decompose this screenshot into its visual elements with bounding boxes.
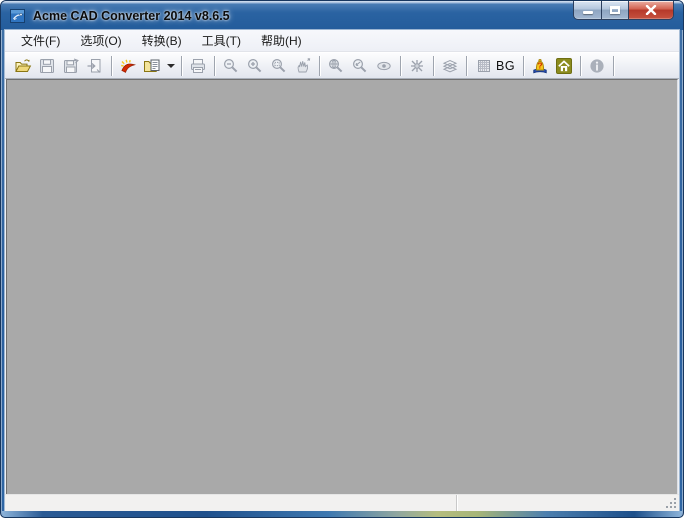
convert-icon — [119, 57, 137, 75]
zoom-in-icon — [246, 57, 264, 75]
zoom-out-button — [219, 55, 243, 77]
close-button[interactable] — [629, 1, 674, 20]
background-button[interactable]: BG — [471, 55, 519, 77]
zoom-previous-button — [348, 55, 372, 77]
zoom-previous-icon — [351, 57, 369, 75]
menu-item-options[interactable]: 选项(O) — [70, 30, 131, 51]
toolbar-separator — [523, 56, 524, 76]
toolbar-separator — [613, 56, 614, 76]
toolbar-separator — [433, 56, 434, 76]
window-content: 文件(F) 选项(O) 转换(B) 工具(T) 帮助(H) — [5, 30, 679, 511]
toolbar-separator — [214, 56, 215, 76]
background-button-label: BG — [496, 59, 515, 73]
app-icon — [9, 7, 27, 25]
app-window: Acme CAD Converter 2014 v8.6.5 文件(F) 选项(… — [0, 0, 684, 518]
export-button — [83, 55, 107, 77]
cleanup-button — [405, 55, 429, 77]
export-icon — [86, 57, 104, 75]
zoom-window-button — [267, 55, 291, 77]
window-controls — [573, 1, 674, 20]
zoom-in-button — [243, 55, 267, 77]
info-icon — [588, 57, 606, 75]
zoom-extents-icon — [327, 57, 345, 75]
brush-icon — [408, 57, 426, 75]
maximize-button[interactable] — [602, 1, 629, 20]
help-button[interactable]: ? — [528, 55, 552, 77]
menu-bar: 文件(F) 选项(O) 转换(B) 工具(T) 帮助(H) — [5, 30, 679, 52]
batch-convert-button[interactable] — [140, 55, 164, 77]
dropdown-arrow-icon — [167, 64, 175, 68]
eye-icon — [375, 57, 393, 75]
resize-grip[interactable] — [665, 497, 677, 509]
batch-convert-dropdown-button[interactable] — [164, 55, 177, 77]
open-folder-icon — [14, 57, 32, 75]
toolbar-separator — [580, 56, 581, 76]
home-button[interactable] — [552, 55, 576, 77]
about-button — [585, 55, 609, 77]
print-button — [186, 55, 210, 77]
batch-convert-icon — [143, 57, 161, 75]
window-title: Acme CAD Converter 2014 v8.6.5 — [33, 2, 230, 30]
svg-text:?: ? — [537, 60, 542, 70]
pan-icon — [294, 57, 312, 75]
menu-item-file[interactable]: 文件(F) — [11, 30, 70, 51]
view-button — [372, 55, 396, 77]
status-pane-right — [457, 495, 679, 511]
toolbar-separator — [181, 56, 182, 76]
pan-button — [291, 55, 315, 77]
layers-icon — [441, 57, 459, 75]
save-as-button — [59, 55, 83, 77]
toolbar-separator — [319, 56, 320, 76]
toolbar-separator — [400, 56, 401, 76]
bg-grid-icon — [475, 57, 493, 75]
save-button — [35, 55, 59, 77]
zoom-out-icon — [222, 57, 240, 75]
menu-item-help[interactable]: 帮助(H) — [251, 30, 312, 51]
toolbar: BG ? — [5, 52, 679, 79]
convert-button[interactable] — [116, 55, 140, 77]
title-bar[interactable]: Acme CAD Converter 2014 v8.6.5 — [1, 1, 683, 30]
open-button[interactable] — [11, 55, 35, 77]
toolbar-separator — [466, 56, 467, 76]
minimize-icon — [583, 11, 593, 14]
help-icon: ? — [531, 57, 549, 75]
print-icon — [189, 57, 207, 75]
menu-item-convert[interactable]: 转换(B) — [132, 30, 192, 51]
status-bar — [5, 494, 679, 511]
toolbar-separator — [111, 56, 112, 76]
zoom-extents-button — [324, 55, 348, 77]
canvas-area — [6, 79, 678, 494]
close-icon — [645, 5, 657, 15]
status-pane-left — [5, 495, 457, 511]
layers-button — [438, 55, 462, 77]
minimize-button[interactable] — [573, 1, 602, 20]
maximize-icon — [610, 6, 620, 14]
save-as-icon — [62, 57, 80, 75]
home-icon — [555, 57, 573, 75]
menu-item-tools[interactable]: 工具(T) — [192, 30, 251, 51]
save-icon — [38, 57, 56, 75]
zoom-window-icon — [270, 57, 288, 75]
